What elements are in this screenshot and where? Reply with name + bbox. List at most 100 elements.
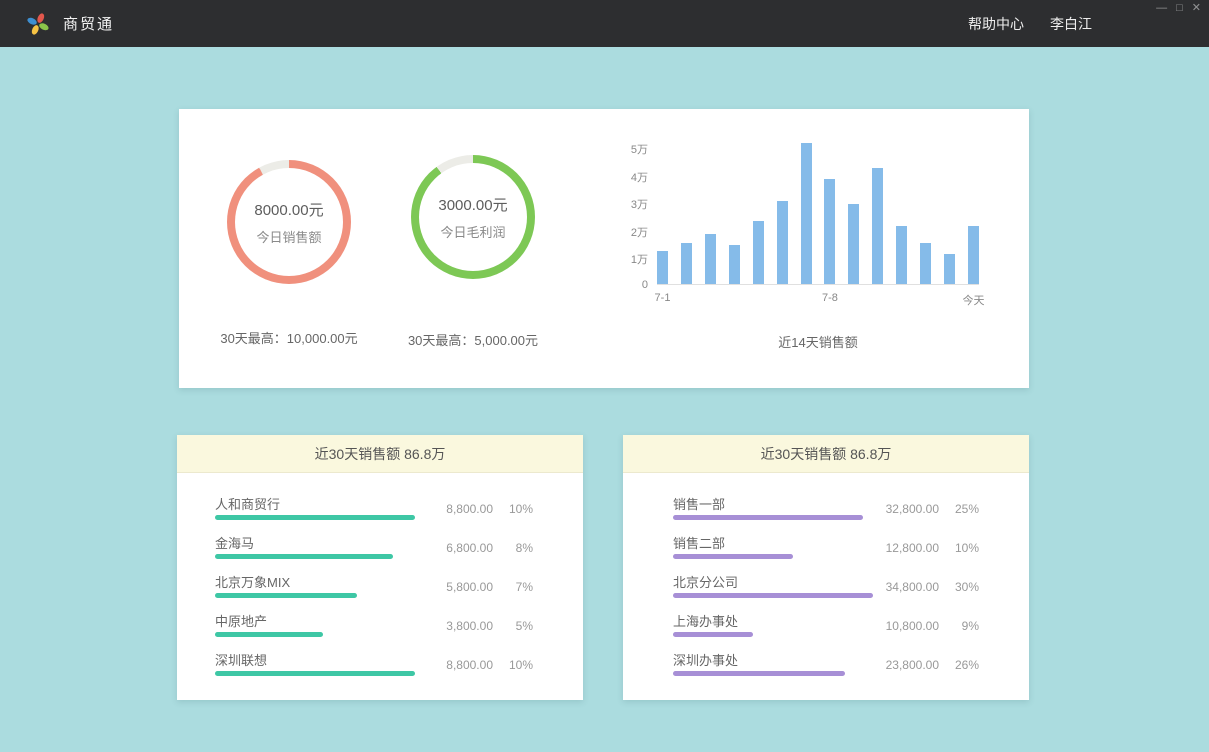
today-profit-donut-group: 3000.00元 今日毛利润 30天最高：5,000.00元 <box>368 155 578 349</box>
row-value: 5,800.00 <box>446 580 493 594</box>
row-figures: 34,800.00 30% <box>886 580 979 594</box>
row-name: 金海马 <box>215 533 254 552</box>
close-icon[interactable]: ✕ <box>1192 2 1201 14</box>
row-name: 人和商贸行 <box>215 494 280 513</box>
row-figures: 8,800.00 10% <box>446 502 533 516</box>
list-item: 中原地产 3,800.00 5% <box>215 607 533 646</box>
row-value: 3,800.00 <box>446 619 493 633</box>
row-value: 8,800.00 <box>446 658 493 672</box>
x-axis: 7-17-8今天 <box>657 292 979 307</box>
y-axis-tick: 2万 <box>631 224 648 240</box>
today-profit-30d-max: 30天最高：5,000.00元 <box>408 330 538 349</box>
list-item: 深圳办事处 23,800.00 26% <box>673 646 979 685</box>
customer-panel-title: 近30天销售额 86.8万 <box>177 435 583 473</box>
bar <box>753 221 764 284</box>
bar <box>872 168 883 284</box>
today-sales-donut-center: 8000.00元 今日销售额 <box>235 168 343 276</box>
sales-14d-chart: 5万4万3万2万1万0 7-17-8今天 近14天销售额 <box>619 135 1011 351</box>
today-sales-donut: 8000.00元 今日销售额 <box>227 160 351 284</box>
brand: 商贸通 <box>26 0 114 47</box>
row-name: 销售一部 <box>673 494 725 513</box>
list-item: 深圳联想 8,800.00 10% <box>215 646 533 685</box>
row-percent: 8% <box>503 541 533 555</box>
customer-rank-list: 人和商贸行 8,800.00 10% 金海马 6,800.00 8% 北京万象M… <box>177 473 583 685</box>
user-name[interactable]: 李白江 <box>1050 14 1092 34</box>
department-sales-panel: 近30天销售额 86.8万 销售一部 32,800.00 25% 销售二部 12… <box>623 435 1029 700</box>
bar-plot-area <box>657 135 979 285</box>
bar <box>705 234 716 284</box>
today-sales-donut-group: 8000.00元 今日销售额 30天最高：10,000.00元 <box>184 160 394 347</box>
bar <box>657 251 668 284</box>
bar <box>729 245 740 284</box>
summary-card: 8000.00元 今日销售额 30天最高：10,000.00元 3000.00元… <box>179 109 1029 388</box>
row-percent: 25% <box>949 502 979 516</box>
row-name: 深圳办事处 <box>673 650 738 669</box>
bar <box>824 179 835 284</box>
row-percent: 10% <box>503 502 533 516</box>
row-name: 上海办事处 <box>673 611 738 630</box>
row-progress-bar <box>673 593 873 598</box>
row-percent: 7% <box>503 580 533 594</box>
row-figures: 5,800.00 7% <box>446 580 533 594</box>
y-axis-tick: 4万 <box>631 169 648 185</box>
list-item: 销售一部 32,800.00 25% <box>673 490 979 529</box>
customer-sales-panel: 近30天销售额 86.8万 人和商贸行 8,800.00 10% 金海马 6,8… <box>177 435 583 700</box>
bar <box>944 254 955 284</box>
bar <box>920 243 931 284</box>
bar <box>896 226 907 284</box>
row-percent: 10% <box>949 541 979 555</box>
row-figures: 6,800.00 8% <box>446 541 533 555</box>
list-item: 金海马 6,800.00 8% <box>215 529 533 568</box>
bar <box>801 143 812 284</box>
list-item: 北京分公司 34,800.00 30% <box>673 568 979 607</box>
help-center-link[interactable]: 帮助中心 <box>968 14 1024 34</box>
today-sales-label: 今日销售额 <box>256 227 321 246</box>
y-axis-tick: 3万 <box>631 196 648 212</box>
today-profit-value: 3000.00元 <box>438 194 507 215</box>
row-progress-bar <box>215 671 415 676</box>
app-title: 商贸通 <box>63 13 114 34</box>
row-figures: 12,800.00 10% <box>886 541 979 555</box>
topbar: 商贸通 帮助中心 李白江 — □ ✕ <box>0 0 1209 47</box>
row-percent: 9% <box>949 619 979 633</box>
y-axis-tick: 5万 <box>631 141 648 157</box>
x-axis-tick: 7-1 <box>655 292 671 304</box>
bar <box>848 204 859 284</box>
row-percent: 26% <box>949 658 979 672</box>
minimize-icon[interactable]: — <box>1156 2 1167 14</box>
row-percent: 30% <box>949 580 979 594</box>
row-value: 8,800.00 <box>446 502 493 516</box>
row-progress-bar <box>215 515 415 520</box>
row-value: 23,800.00 <box>886 658 939 672</box>
row-value: 32,800.00 <box>886 502 939 516</box>
row-progress-bar <box>673 515 863 520</box>
today-sales-value: 8000.00元 <box>254 199 323 220</box>
list-item: 人和商贸行 8,800.00 10% <box>215 490 533 529</box>
list-item: 北京万象MIX 5,800.00 7% <box>215 568 533 607</box>
bar <box>968 226 979 284</box>
bar <box>681 243 692 284</box>
y-axis-tick: 1万 <box>631 251 648 267</box>
row-value: 10,800.00 <box>886 619 939 633</box>
app-logo-icon <box>26 12 50 36</box>
today-sales-30d-max: 30天最高：10,000.00元 <box>220 328 357 347</box>
topbar-right: 帮助中心 李白江 <box>968 0 1092 47</box>
x-axis-tick: 今天 <box>963 292 985 308</box>
row-name: 销售二部 <box>673 533 725 552</box>
x-axis-tick: 7-8 <box>822 292 838 304</box>
today-profit-donut-center: 3000.00元 今日毛利润 <box>419 163 527 271</box>
row-name: 中原地产 <box>215 611 267 630</box>
row-progress-bar <box>215 554 393 559</box>
row-figures: 23,800.00 26% <box>886 658 979 672</box>
row-progress-bar <box>673 671 845 676</box>
row-value: 6,800.00 <box>446 541 493 555</box>
today-profit-donut: 3000.00元 今日毛利润 <box>411 155 535 279</box>
row-figures: 32,800.00 25% <box>886 502 979 516</box>
maximize-icon[interactable]: □ <box>1176 2 1183 14</box>
row-progress-bar <box>215 632 323 637</box>
department-panel-title: 近30天销售额 86.8万 <box>623 435 1029 473</box>
y-axis: 5万4万3万2万1万0 <box>619 135 657 285</box>
row-figures: 3,800.00 5% <box>446 619 533 633</box>
today-profit-label: 今日毛利润 <box>440 222 505 241</box>
row-progress-bar <box>215 593 357 598</box>
